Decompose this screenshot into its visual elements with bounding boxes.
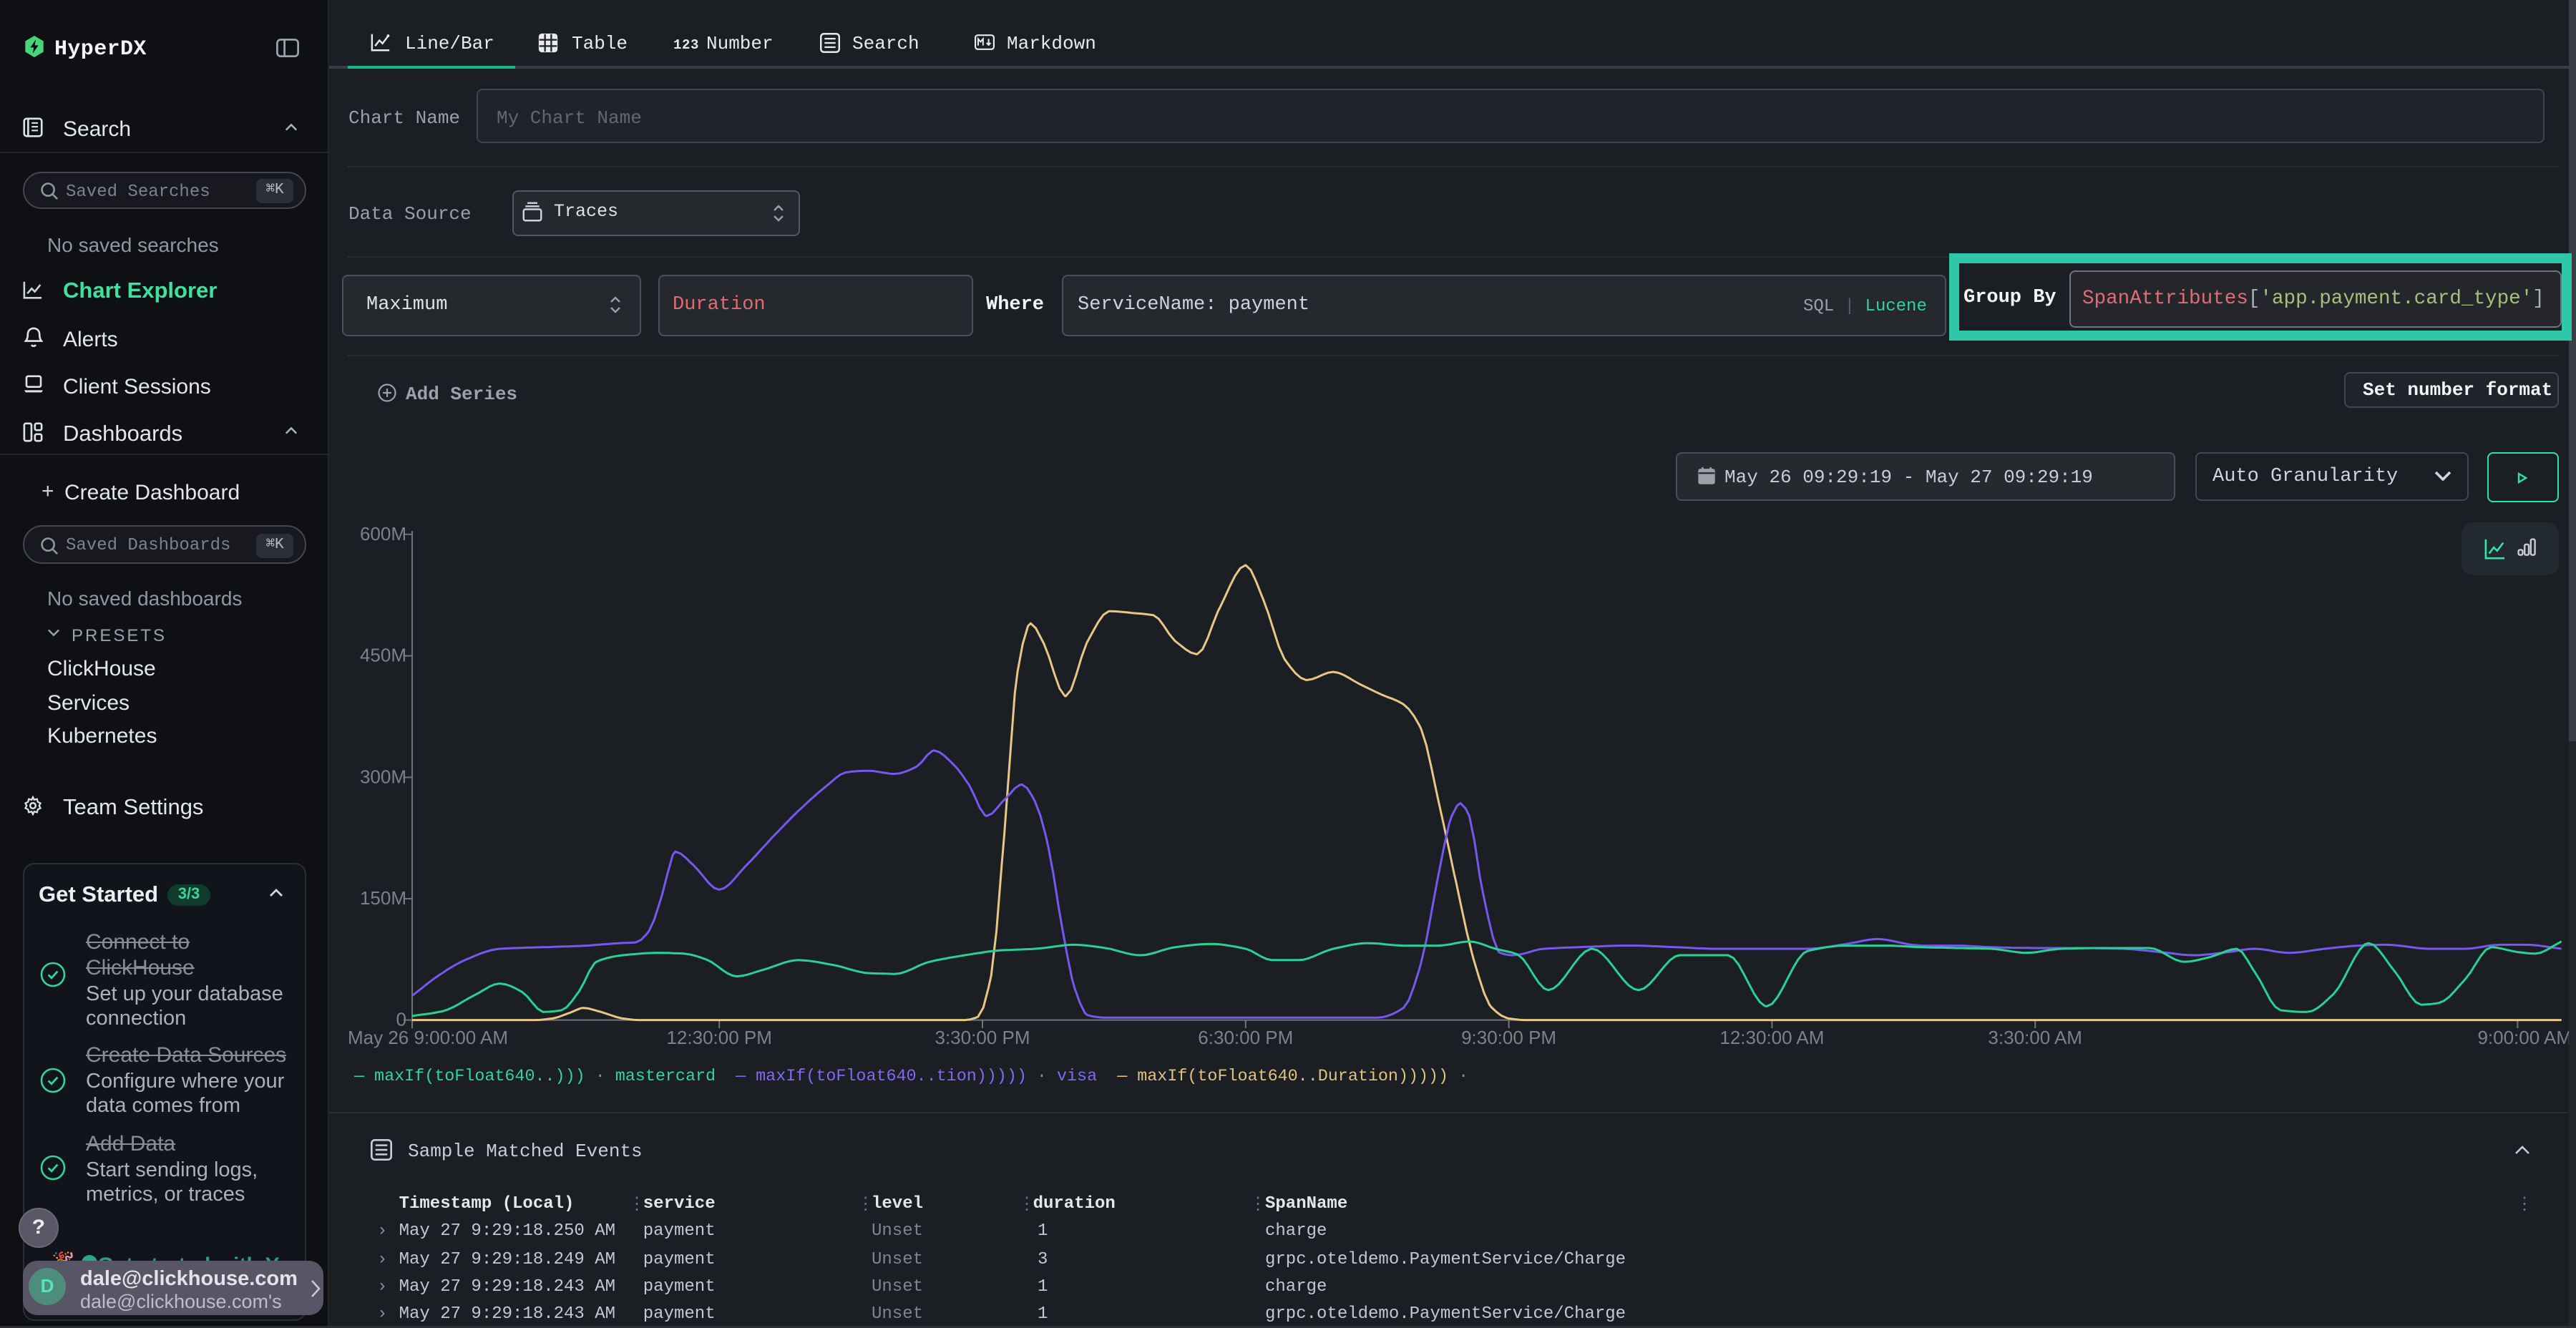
svg-text:9:30:00 PM: 9:30:00 PM — [1461, 1027, 1556, 1048]
svg-text:May 26 9:00:00 AM: May 26 9:00:00 AM — [348, 1027, 508, 1048]
svg-text:450M: 450M — [360, 645, 406, 666]
svg-text:600M: 600M — [360, 523, 406, 545]
svg-text:150M: 150M — [360, 887, 406, 909]
svg-text:9:00:00 AM: 9:00:00 AM — [2477, 1027, 2572, 1048]
svg-text:6:30:00 PM: 6:30:00 PM — [1198, 1027, 1293, 1048]
svg-text:3:30:00 AM: 3:30:00 AM — [1988, 1027, 2082, 1048]
svg-text:12:30:00 AM: 12:30:00 AM — [1719, 1027, 1824, 1048]
svg-text:3:30:00 PM: 3:30:00 PM — [935, 1027, 1030, 1048]
svg-text:300M: 300M — [360, 766, 406, 787]
svg-text:12:30:00 PM: 12:30:00 PM — [666, 1027, 771, 1048]
